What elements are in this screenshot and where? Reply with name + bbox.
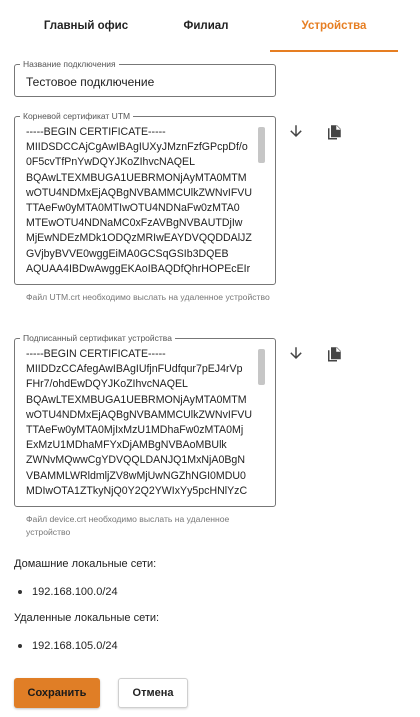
home-network-item: 192.168.100.0/24	[18, 586, 118, 598]
copy-icon[interactable]	[323, 121, 345, 143]
tab-bar: Главный офис Филиал Устройства	[0, 0, 420, 52]
device-cert-textarea[interactable]: Подписанный сертификат устройства -----B…	[14, 334, 276, 507]
device-cert-scrollbar[interactable]	[258, 349, 265, 385]
connection-name-label: Название подключения	[23, 59, 116, 69]
utm-cert-text[interactable]: -----BEGIN CERTIFICATE----- MIIDSDCCAjCg…	[26, 125, 262, 283]
cancel-button[interactable]: Отмена	[118, 678, 188, 708]
tab-main-office[interactable]: Главный офис	[22, 0, 150, 52]
utm-cert-scrollbar[interactable]	[258, 127, 265, 163]
home-networks-title: Домашние локальные сети:	[14, 558, 157, 570]
save-button[interactable]: Сохранить	[14, 678, 100, 708]
utm-cert-textarea[interactable]: Корневой сертификат UTM -----BEGIN CERTI…	[14, 112, 276, 285]
connection-name-value[interactable]: Тестовое подключение	[26, 75, 154, 89]
device-cert-helper: Файл device.crt необходимо выслать на уд…	[26, 514, 230, 537]
tab-branch[interactable]: Филиал	[146, 0, 266, 52]
device-cert-label: Подписанный сертификат устройства	[23, 333, 172, 343]
connection-name-field[interactable]: Название подключения Тестовое подключени…	[14, 60, 276, 97]
download-icon[interactable]	[285, 343, 307, 365]
bullet	[18, 590, 22, 594]
remote-network-value: 192.168.105.0/24	[32, 640, 118, 652]
remote-network-item: 192.168.105.0/24	[18, 640, 118, 652]
utm-cert-label: Корневой сертификат UTM	[23, 111, 131, 121]
active-tab-indicator	[270, 50, 398, 52]
download-icon[interactable]	[285, 121, 307, 143]
utm-cert-helper: Файл UTM.crt необходимо выслать на удале…	[26, 292, 270, 302]
tab-devices[interactable]: Устройства	[270, 0, 398, 52]
device-cert-text[interactable]: -----BEGIN CERTIFICATE----- MIIDDzCCAfeg…	[26, 347, 262, 505]
remote-networks-title: Удаленные локальные сети:	[14, 612, 160, 624]
bullet	[18, 644, 22, 648]
copy-icon[interactable]	[323, 343, 345, 365]
home-network-value: 192.168.100.0/24	[32, 586, 118, 598]
